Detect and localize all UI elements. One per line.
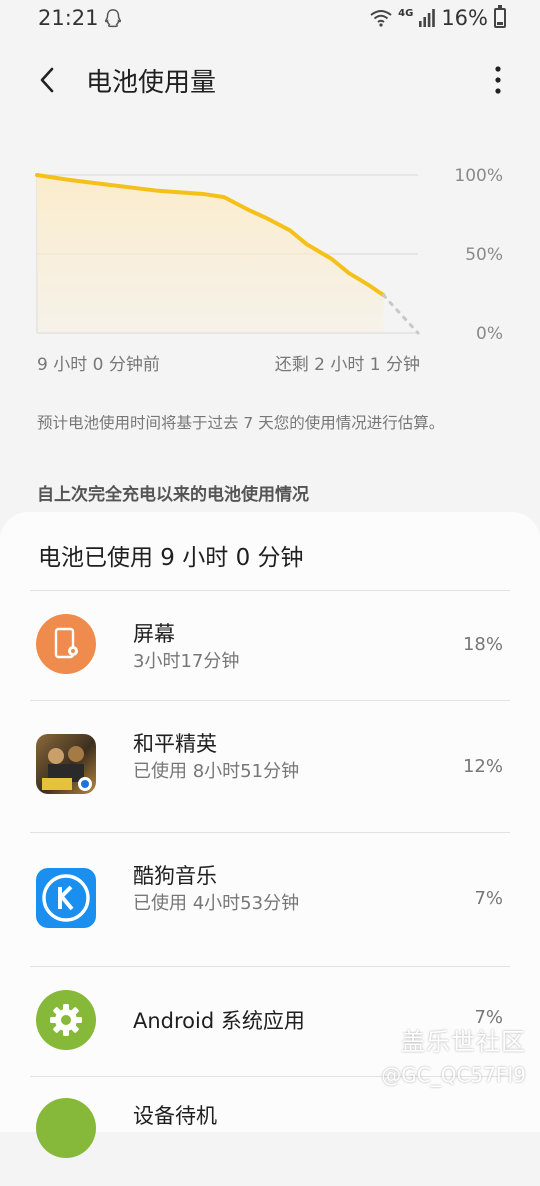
watermark-line1: 盖乐世社区	[401, 1028, 526, 1056]
item-name: Android 系统应用	[133, 1009, 305, 1033]
chart-svg: 100% 50% 0%	[35, 166, 503, 344]
item-percent: 7%	[474, 888, 503, 909]
app-bar: 电池使用量	[0, 50, 540, 110]
estimate-hint: 预计电池使用时间将基于过去 7 天您的使用情况进行估算。	[37, 414, 445, 432]
screen-icon	[36, 614, 96, 674]
list-item-standby[interactable]: 设备待机	[0, 1076, 540, 1186]
battery-percent: 16%	[441, 6, 488, 30]
item-sub: 已使用 4小时53分钟	[133, 893, 300, 914]
item-sub: 已使用 8小时51分钟	[133, 761, 300, 782]
qq-notification-icon	[104, 9, 122, 28]
more-options-icon[interactable]	[490, 62, 506, 98]
signal-icon	[419, 9, 436, 27]
battery-used-summary: 电池已使用 9 小时 0 分钟	[38, 545, 304, 571]
y-tick-label: 100%	[454, 166, 503, 186]
kugou-icon	[36, 868, 96, 928]
game-icon	[36, 734, 96, 794]
x-label-start: 9 小时 0 分钟前	[37, 355, 160, 375]
item-name: 设备待机	[133, 1104, 217, 1128]
network-type: 4G	[398, 7, 414, 19]
item-name: 和平精英	[133, 732, 217, 756]
item-name: 屏幕	[133, 622, 175, 646]
battery-usage-chart: 100% 50% 0% 9 小时 0 分钟前 还剩 2 小时 1 分钟	[0, 150, 540, 380]
y-tick-label: 0%	[476, 324, 503, 344]
battery-icon	[494, 5, 506, 28]
item-sub: 3小时17分钟	[133, 651, 240, 672]
status-bar: 21:21 4G 16%	[0, 0, 540, 38]
watermark: 盖乐世社区 @GC_QC57FI9	[381, 1022, 526, 1087]
back-arrow-icon[interactable]	[32, 62, 68, 98]
status-time: 21:21	[38, 6, 99, 30]
wifi-icon	[370, 10, 392, 27]
item-percent: 18%	[462, 634, 503, 655]
standby-icon	[36, 1098, 96, 1158]
y-tick-label: 50%	[465, 245, 503, 265]
page-title: 电池使用量	[86, 68, 217, 98]
x-label-end: 还剩 2 小时 1 分钟	[274, 355, 420, 375]
list-item-kugou[interactable]: 酷狗音乐 已使用 4小时53分钟 7%	[0, 832, 540, 966]
list-item-game[interactable]: 和平精英 已使用 8小时51分钟 12%	[0, 700, 540, 832]
item-percent: 12%	[462, 756, 503, 777]
section-title: 自上次完全充电以来的电池使用情况	[37, 485, 309, 505]
watermark-line2: @GC_QC57FI9	[381, 1063, 526, 1087]
gear-icon	[36, 990, 96, 1050]
item-name: 酷狗音乐	[133, 864, 217, 888]
list-item-screen[interactable]: 屏幕 3小时17分钟 18%	[0, 590, 540, 700]
projection-line	[381, 293, 420, 335]
